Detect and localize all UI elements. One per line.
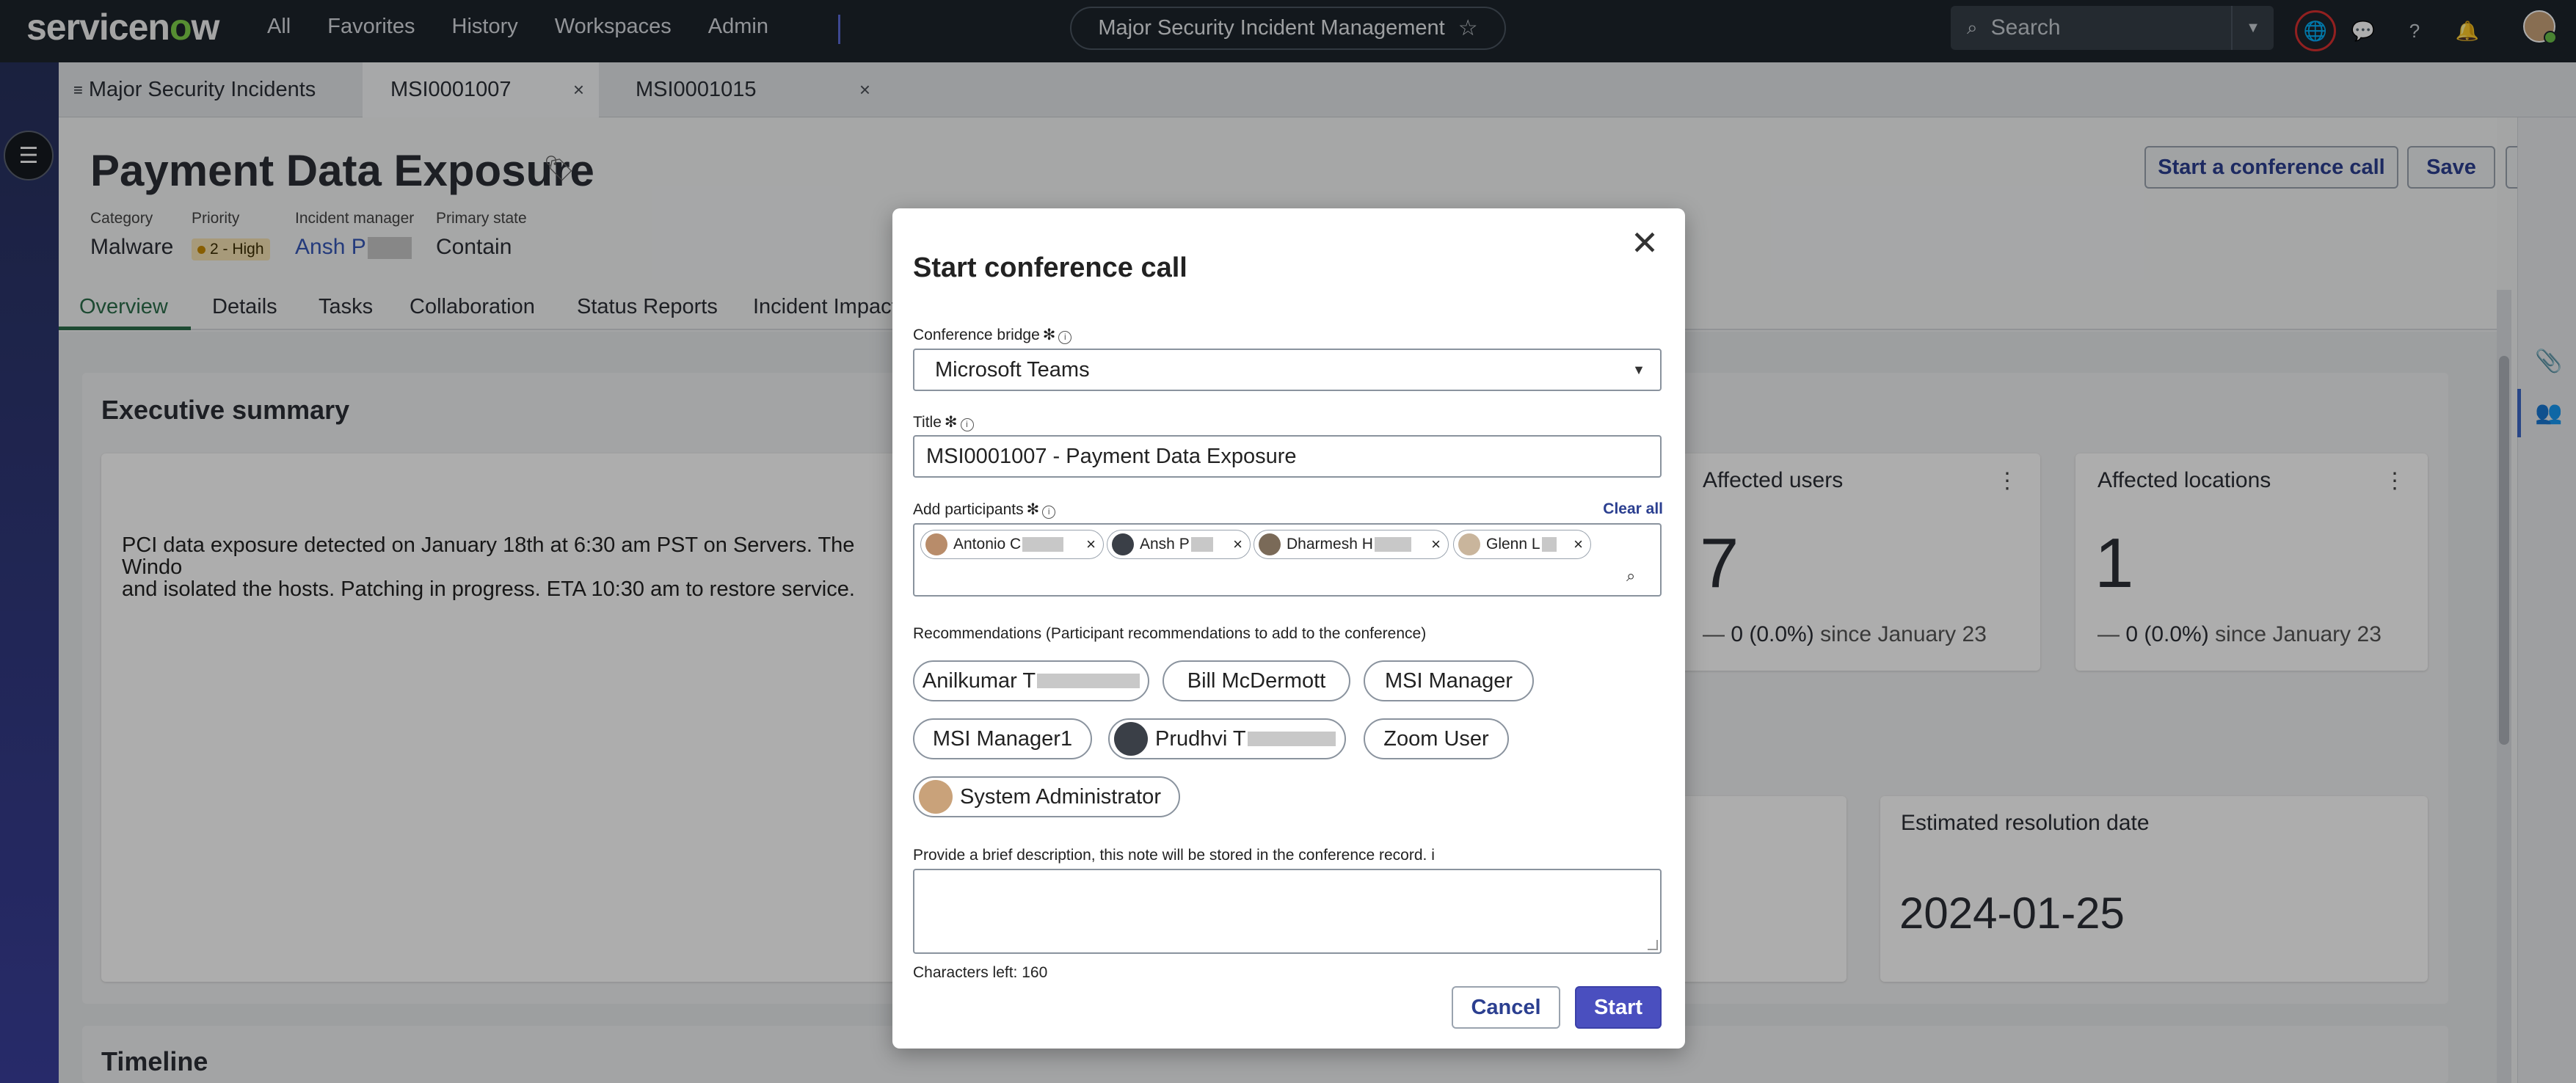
remove-participant-icon[interactable]: × (1431, 535, 1441, 554)
participant-chip: Ansh P × (1107, 530, 1251, 559)
recommendation-chip[interactable]: Zoom User (1364, 718, 1509, 759)
conference-bridge-value: Microsoft Teams (935, 357, 1090, 382)
remove-participant-icon[interactable]: × (1233, 535, 1242, 554)
info-icon: i (1431, 847, 1435, 864)
remove-participant-icon[interactable]: × (1573, 535, 1583, 554)
title-input-value: MSI0001007 - Payment Data Exposure (926, 444, 1297, 468)
recommendation-chip[interactable]: MSI Manager (1364, 660, 1534, 701)
characters-left: Characters left: 160 (913, 964, 1048, 981)
avatar (919, 780, 953, 814)
cancel-button[interactable]: Cancel (1452, 986, 1560, 1029)
avatar (1114, 722, 1148, 756)
info-icon: i (1058, 331, 1072, 344)
conference-bridge-label: Conference bridge ✻ i (913, 326, 1072, 344)
participant-chip: Dharmesh H × (1254, 530, 1449, 559)
recommendation-chip[interactable]: Anilkumar T (913, 660, 1149, 701)
avatar (925, 533, 947, 555)
search-icon: ⌕ (1626, 566, 1636, 585)
clear-all-link[interactable]: Clear all (1603, 500, 1663, 518)
add-participants-label: Add participants ✻ i (913, 500, 1056, 519)
chevron-down-icon: ▼ (1632, 362, 1645, 377)
recommendations-label: Recommendations (Participant recommendat… (913, 625, 1427, 642)
info-icon: i (1042, 506, 1056, 519)
start-button[interactable]: Start (1575, 986, 1662, 1029)
remove-participant-icon[interactable]: × (1086, 535, 1096, 554)
dialog-title: Start conference call (913, 252, 1187, 283)
start-conference-call-dialog: Start conference call ✕ Conference bridg… (892, 208, 1685, 1049)
participant-chip: Glenn L × (1453, 530, 1591, 559)
close-icon[interactable]: ✕ (1626, 224, 1663, 262)
recommendation-chip[interactable]: Prudhvi T (1108, 718, 1346, 759)
description-label: Provide a brief description, this note w… (913, 847, 1435, 864)
title-label: Title ✻ i (913, 413, 974, 431)
recommendation-chip[interactable]: Bill McDermott (1163, 660, 1350, 701)
avatar (1259, 533, 1281, 555)
participant-chip: Antonio C × (920, 530, 1104, 559)
conference-bridge-select[interactable]: Microsoft Teams ▼ (913, 349, 1662, 391)
recommendation-chip[interactable]: MSI Manager1 (913, 718, 1092, 759)
recommendation-chip[interactable]: System Administrator (913, 776, 1180, 817)
description-textarea[interactable] (913, 869, 1662, 954)
info-icon: i (960, 418, 974, 431)
avatar (1458, 533, 1480, 555)
avatar (1112, 533, 1134, 555)
title-input[interactable]: MSI0001007 - Payment Data Exposure (913, 435, 1662, 478)
